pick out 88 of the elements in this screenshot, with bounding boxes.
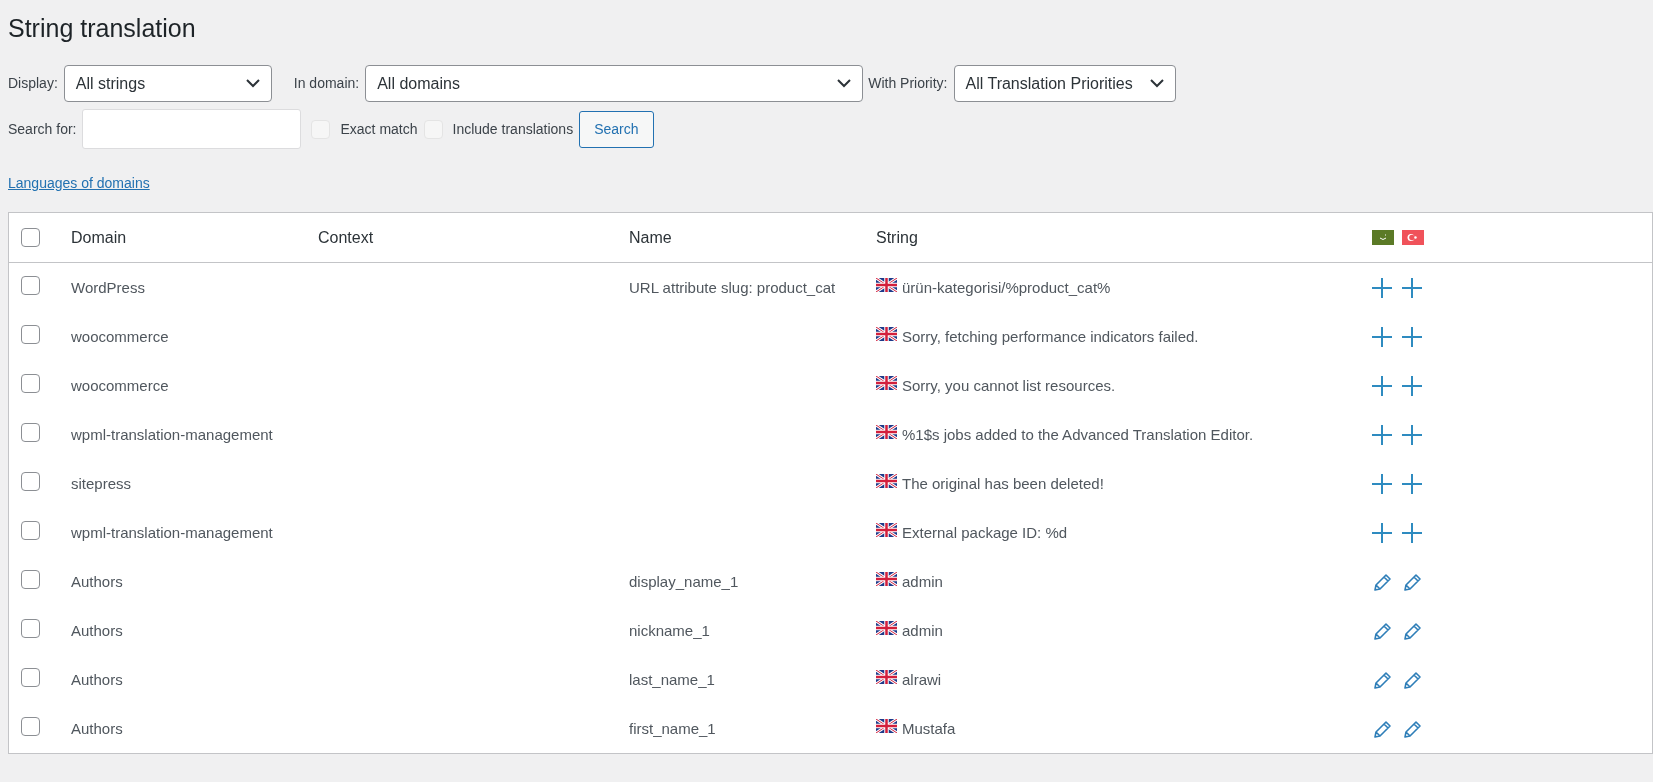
domain-text: woocommerce xyxy=(71,377,169,394)
checkbox[interactable] xyxy=(21,472,40,491)
string-text: alrawi xyxy=(902,670,942,690)
name-text: URL attribute slug: product_cat xyxy=(629,279,836,296)
uk-flag-icon xyxy=(876,670,897,684)
checkbox[interactable] xyxy=(21,423,40,442)
uk-flag-icon xyxy=(876,719,897,733)
filter-label: In domain: xyxy=(293,74,360,93)
chevron-down-icon xyxy=(1149,79,1164,88)
name-text: last_name_1 xyxy=(629,671,715,688)
string-text: admin xyxy=(902,572,943,592)
domain-text: Authors xyxy=(71,720,123,737)
search-button[interactable]: Search xyxy=(579,110,654,148)
checkbox[interactable] xyxy=(21,276,40,295)
include-translations-label: Include translations xyxy=(452,119,574,139)
string-text: ürün-kategorisi/%product_cat% xyxy=(902,278,1111,298)
plus-icon[interactable] xyxy=(1371,522,1393,544)
languages-of-domains-link[interactable]: Languages of domains xyxy=(8,173,150,194)
plus-icon[interactable] xyxy=(1401,375,1423,397)
page-title: String translation xyxy=(8,13,197,44)
plus-icon[interactable] xyxy=(1371,473,1393,495)
domain-text: Authors xyxy=(71,573,123,590)
checkbox[interactable] xyxy=(21,570,40,589)
checkbox[interactable] xyxy=(21,521,40,540)
uk-flag-icon xyxy=(876,474,897,488)
domain-text: Authors xyxy=(71,622,123,639)
chevron-down-icon xyxy=(245,79,260,88)
plus-icon[interactable] xyxy=(1371,375,1393,397)
plus-icon[interactable] xyxy=(1401,473,1423,495)
flag-icon xyxy=(1402,230,1424,245)
string-text: %1$s jobs added to the Advanced Translation Editor. xyxy=(902,425,1254,445)
search-field[interactable] xyxy=(82,109,302,149)
search-label: Search for: xyxy=(8,119,77,139)
column-header[interactable]: Domain xyxy=(71,228,127,246)
domain-text: wpml-translation-management xyxy=(71,426,273,443)
uk-flag-icon xyxy=(876,278,897,292)
checkbox[interactable] xyxy=(21,374,40,393)
string-text: Mustafa xyxy=(902,719,956,739)
plus-icon[interactable] xyxy=(1401,326,1423,348)
pencil-icon[interactable] xyxy=(1401,621,1423,641)
plus-icon[interactable] xyxy=(1371,424,1393,446)
domain-text: wpml-translation-management xyxy=(71,524,273,541)
uk-flag-icon xyxy=(876,621,897,635)
pencil-icon[interactable] xyxy=(1371,621,1393,641)
pencil-icon[interactable] xyxy=(1371,670,1393,690)
string-text: admin xyxy=(902,621,943,641)
string-text: The original has been deleted! xyxy=(902,474,1104,494)
priority-dropdown[interactable]: All Translation Priorities xyxy=(953,65,1176,102)
pencil-icon[interactable] xyxy=(1371,719,1393,739)
uk-flag-icon xyxy=(876,376,897,390)
domain-text: WordPress xyxy=(71,279,145,296)
plus-icon[interactable] xyxy=(1401,522,1423,544)
checkbox[interactable] xyxy=(21,668,40,687)
checkbox[interactable] xyxy=(21,717,40,736)
chevron-down-icon xyxy=(837,79,852,88)
name-text: display_name_1 xyxy=(629,573,739,590)
plus-icon[interactable] xyxy=(1371,277,1393,299)
string-text: Sorry, you cannot list resources. xyxy=(902,376,1116,396)
checkbox[interactable] xyxy=(21,325,40,344)
checkbox[interactable] xyxy=(21,619,40,638)
plus-icon[interactable] xyxy=(1401,277,1423,299)
uk-flag-icon xyxy=(876,327,897,341)
name-text: nickname_1 xyxy=(629,622,710,639)
filter-label: Display: xyxy=(8,74,58,93)
flag-icon xyxy=(1372,230,1394,245)
display-dropdown[interactable]: All strings xyxy=(63,65,272,102)
string-text: External package ID: %d xyxy=(902,523,1068,543)
domain-dropdown[interactable]: All domains xyxy=(365,65,864,102)
column-header[interactable]: Context xyxy=(318,228,374,246)
uk-flag-icon xyxy=(876,572,897,586)
domain-text: Authors xyxy=(71,671,123,688)
name-text: first_name_1 xyxy=(629,720,716,737)
column-header[interactable]: Name xyxy=(629,228,672,246)
uk-flag-icon xyxy=(876,523,897,537)
string-text: Sorry, fetching performance indicators failed. xyxy=(902,327,1199,347)
plus-icon[interactable] xyxy=(1371,326,1393,348)
pencil-icon[interactable] xyxy=(1401,719,1423,739)
column-header[interactable]: String xyxy=(876,228,918,246)
domain-text: sitepress xyxy=(71,475,132,492)
pencil-icon[interactable] xyxy=(1401,670,1423,690)
plus-icon[interactable] xyxy=(1401,424,1423,446)
pencil-icon[interactable] xyxy=(1401,572,1423,592)
uk-flag-icon xyxy=(876,425,897,439)
checkbox[interactable] xyxy=(21,228,40,247)
domain-text: woocommerce xyxy=(71,328,169,345)
exact-match-label: Exact match xyxy=(340,119,418,139)
filter-label: With Priority: xyxy=(868,74,948,93)
pencil-icon[interactable] xyxy=(1371,572,1393,592)
